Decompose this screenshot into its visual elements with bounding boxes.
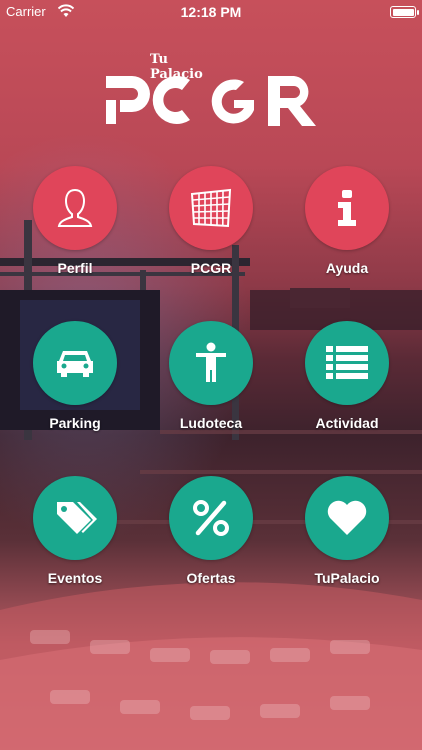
car-icon bbox=[57, 351, 93, 377]
ludoteca-button[interactable] bbox=[169, 321, 253, 405]
home-screen: Carrier 12:18 PM Tu Palacio Perfil PCGR … bbox=[0, 0, 422, 750]
tupalacio-button[interactable] bbox=[305, 476, 389, 560]
person-icon bbox=[57, 188, 93, 227]
parking-label: Parking bbox=[49, 415, 101, 431]
menu-tile-actividad[interactable]: Actividad bbox=[292, 321, 402, 431]
menu-tile-ayuda[interactable]: Ayuda bbox=[292, 166, 402, 276]
status-time: 12:18 PM bbox=[180, 4, 242, 20]
ofertas-label: Ofertas bbox=[186, 570, 236, 586]
info-icon bbox=[338, 190, 356, 226]
heart-icon bbox=[327, 500, 367, 535]
percent-icon bbox=[193, 500, 229, 536]
pcgr-logo-wordmark bbox=[106, 76, 316, 126]
status-bar: Carrier 12:18 PM bbox=[0, 0, 422, 24]
tags-icon bbox=[57, 502, 97, 534]
menu-tile-ludoteca[interactable]: Ludoteca bbox=[156, 321, 266, 431]
menu-tile-eventos[interactable]: Eventos bbox=[20, 476, 130, 586]
perfil-label: Perfil bbox=[57, 260, 93, 276]
menu-tile-parking[interactable]: Parking bbox=[20, 321, 130, 431]
pcgr-label: PCGR bbox=[190, 260, 232, 276]
ludoteca-label: Ludoteca bbox=[179, 415, 243, 431]
tupalacio-label: TuPalacio bbox=[314, 570, 380, 586]
menu-tile-perfil[interactable]: Perfil bbox=[20, 166, 130, 276]
eventos-label: Eventos bbox=[47, 570, 103, 586]
list-icon bbox=[326, 346, 368, 379]
menu-tile-ofertas[interactable]: Ofertas bbox=[156, 476, 266, 586]
menu-tile-pcgr[interactable]: PCGR bbox=[156, 166, 266, 276]
menu-tile-tupalacio[interactable]: TuPalacio bbox=[292, 476, 402, 586]
ayuda-label: Ayuda bbox=[325, 260, 369, 276]
parking-button[interactable] bbox=[33, 321, 117, 405]
actividad-button[interactable] bbox=[305, 321, 389, 405]
perfil-button[interactable] bbox=[33, 166, 117, 250]
building-grid-icon bbox=[190, 188, 232, 228]
actividad-label: Actividad bbox=[315, 415, 379, 431]
battery-icon bbox=[390, 6, 419, 18]
app-logo: Tu Palacio bbox=[104, 50, 320, 130]
eventos-button[interactable] bbox=[33, 476, 117, 560]
ayuda-button[interactable] bbox=[305, 166, 389, 250]
child-figure-icon bbox=[196, 342, 226, 382]
pcgr-button[interactable] bbox=[169, 166, 253, 250]
ofertas-button[interactable] bbox=[169, 476, 253, 560]
